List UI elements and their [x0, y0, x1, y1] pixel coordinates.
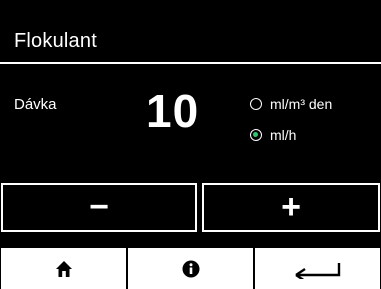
decrease-button[interactable]: −: [1, 183, 197, 232]
unit-option-label: ml/h: [270, 127, 297, 143]
header-divider: [0, 62, 381, 64]
dose-value: 10: [146, 85, 200, 137]
plus-label: +: [281, 188, 301, 226]
page-title: Flokulant: [14, 30, 97, 52]
minus-label: −: [89, 188, 109, 226]
bottom-nav: [1, 248, 380, 289]
unit-option-label: ml/m³ den: [270, 96, 333, 112]
radio-checked-icon[interactable]: [250, 129, 262, 141]
unit-option-per-m3-day[interactable]: ml/m³ den: [250, 96, 332, 112]
dose-label: Dávka: [14, 96, 57, 113]
info-button[interactable]: [128, 248, 255, 289]
info-icon: [182, 260, 199, 277]
home-button[interactable]: [1, 248, 128, 289]
dosing-screen: Flokulant Dávka 10 ml/m³ den ml/h − +: [0, 0, 381, 289]
back-button[interactable]: [255, 248, 380, 289]
radio-unchecked-icon[interactable]: [250, 98, 262, 110]
back-arrow-icon: [294, 262, 340, 279]
increase-button[interactable]: +: [202, 183, 380, 232]
home-icon: [55, 260, 72, 277]
unit-option-per-hour[interactable]: ml/h: [250, 127, 296, 143]
